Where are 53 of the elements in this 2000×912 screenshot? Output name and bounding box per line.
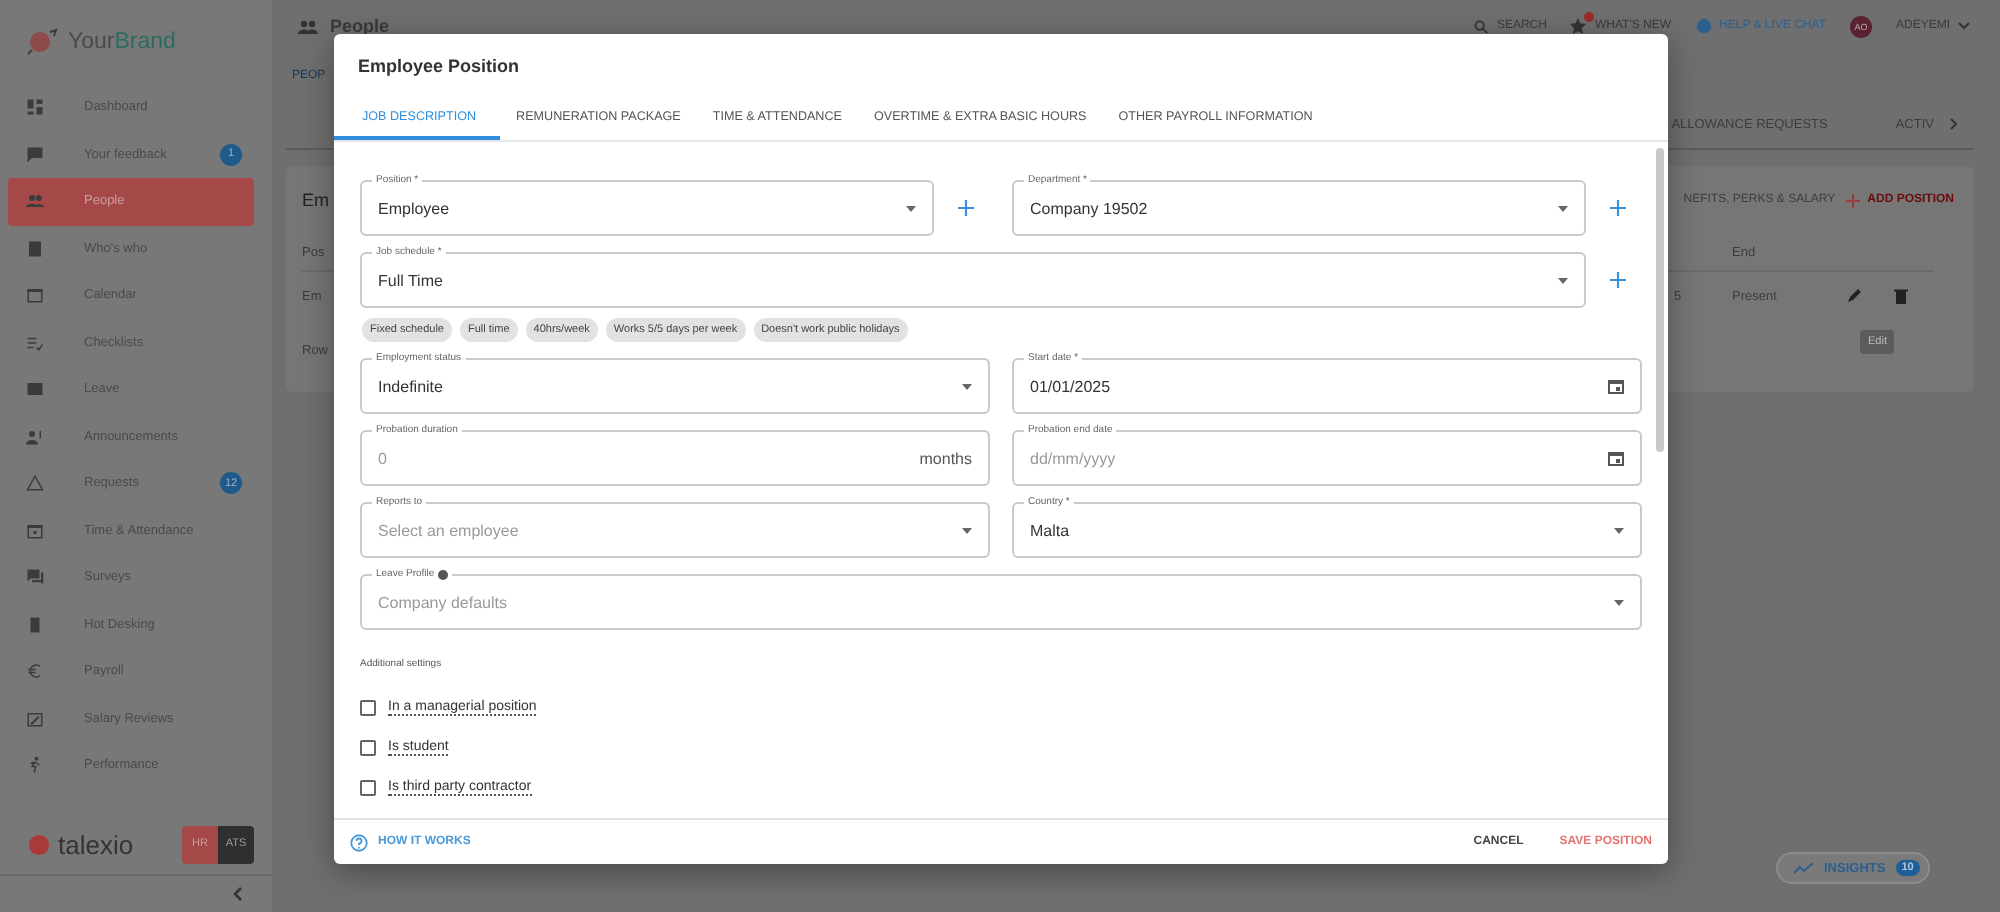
- person-icon: [26, 427, 44, 446]
- collapse-icon[interactable]: [232, 886, 244, 902]
- people-icon: [26, 192, 44, 211]
- calendar-icon: [26, 286, 44, 305]
- euro-icon: [26, 662, 44, 681]
- checkbox[interactable]: [360, 740, 376, 756]
- people-icon: [298, 19, 318, 33]
- caret-icon: [1614, 527, 1624, 533]
- calendar-icon[interactable]: [1608, 450, 1624, 466]
- plus-icon: [1610, 272, 1626, 288]
- chat-icon: [26, 568, 44, 587]
- help-icon: [350, 833, 368, 851]
- field-placeholder: Company defaults: [378, 593, 507, 611]
- field-value: Full Time: [378, 271, 443, 289]
- field-value: Indefinite: [378, 377, 443, 395]
- triangle-icon: [26, 474, 44, 493]
- plus-icon: [1845, 193, 1860, 207]
- checkbox[interactable]: [360, 700, 376, 716]
- caret-icon: [1558, 205, 1568, 211]
- field-value: Employee: [378, 199, 450, 217]
- edit-icon: [26, 709, 44, 728]
- field-value: 01/01/2025: [1030, 377, 1111, 395]
- runner-icon: [26, 756, 44, 775]
- field-value: Malta: [1030, 521, 1070, 539]
- checklist-icon: [26, 333, 44, 352]
- caret-icon: [1614, 599, 1624, 605]
- caret-icon: [962, 383, 972, 389]
- field-placeholder: dd/mm/yyyy: [1030, 449, 1116, 467]
- talexio-logo-text: talexio: [58, 829, 134, 859]
- caret-icon: [962, 527, 972, 533]
- delete-icon[interactable]: [1894, 288, 1908, 304]
- search-icon: [1474, 19, 1489, 33]
- caret-icon: [906, 205, 916, 211]
- chevron-down-icon: [1958, 22, 1970, 30]
- caret-icon: [1558, 277, 1568, 283]
- grid-icon: [26, 98, 44, 117]
- card-title: Em: [302, 190, 329, 210]
- plus-icon: [958, 200, 974, 216]
- field-placeholder: 0: [378, 449, 387, 467]
- calendar-icon[interactable]: [1608, 378, 1624, 394]
- checkbox[interactable]: [360, 780, 376, 796]
- edit-icon[interactable]: [1846, 288, 1862, 304]
- chevron-right-icon: [1950, 118, 1958, 130]
- card-icon: [26, 380, 44, 399]
- trend-line-icon: [1794, 862, 1814, 874]
- calendar-icon: [26, 521, 44, 540]
- chat-icon: [26, 145, 44, 164]
- unit-suffix: months: [919, 449, 972, 467]
- plus-icon: [1610, 200, 1626, 216]
- dialog-title: Employee Position: [358, 55, 520, 75]
- star-icon: [1570, 18, 1587, 34]
- field-value: Company 19502: [1030, 199, 1148, 217]
- field-placeholder: Select an employee: [378, 521, 519, 539]
